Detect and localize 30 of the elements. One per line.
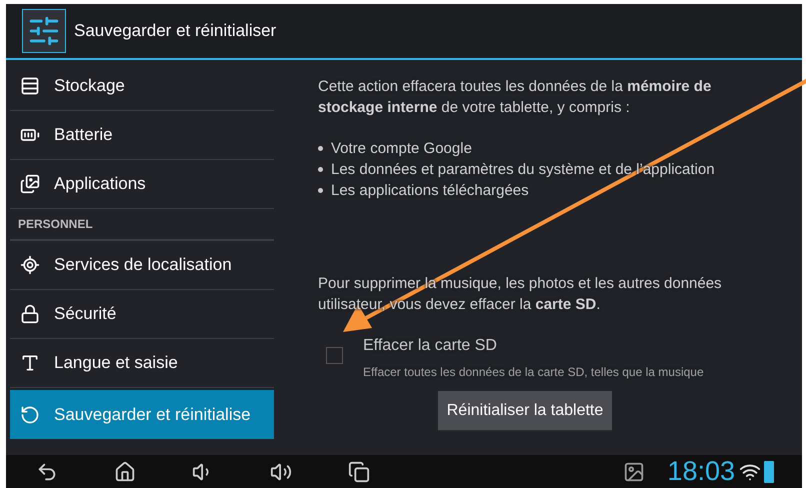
lock-icon xyxy=(20,304,40,324)
image-icon[interactable] xyxy=(623,460,646,482)
battery-icon xyxy=(764,460,774,482)
option-title: Effacer la carte SD xyxy=(363,336,498,356)
bullet-text: Votre compte Google xyxy=(331,139,472,159)
settings-icon xyxy=(22,9,66,53)
letter-icon xyxy=(20,353,40,373)
sidebar-item[interactable]: Batterie xyxy=(10,111,274,160)
sidebar-item[interactable]: Stockage xyxy=(10,62,274,111)
checkbox[interactable] xyxy=(326,347,343,364)
window-title: Sauvegarder et réinitialiser xyxy=(74,20,276,42)
option-summary: Effacer toutes les données de la carte SD, telles que la musique xyxy=(363,364,704,381)
sidebar-item[interactable]: Sécurité xyxy=(10,290,274,339)
section-header: PERSONNEL xyxy=(18,216,93,233)
restore-icon xyxy=(20,404,40,424)
reset-button[interactable]: Réinitialiser la tablette xyxy=(438,391,612,431)
sidebar-item[interactable]: Services de localisation xyxy=(10,241,274,290)
storage-icon xyxy=(20,76,40,96)
sidebar-item[interactable]: Langue et saisie xyxy=(10,339,274,388)
recent-apps-icon[interactable] xyxy=(346,460,372,482)
sidebar-item[interactable]: Sauvegarder et réinitialise xyxy=(10,390,274,439)
sidebar-item[interactable]: Applications xyxy=(10,160,274,209)
bullet-icon xyxy=(318,188,323,193)
picture-icon xyxy=(20,174,40,194)
location-icon xyxy=(20,255,40,275)
clock: 18:03 xyxy=(667,458,735,485)
description-text: Cette action effacera toutes les données de la mémoire de stockage interne de votre tablette, y compris : xyxy=(318,77,712,118)
bullet-icon xyxy=(318,167,323,172)
bullet-text: Les applications téléchargées xyxy=(331,181,529,201)
bullet-icon xyxy=(318,146,323,151)
